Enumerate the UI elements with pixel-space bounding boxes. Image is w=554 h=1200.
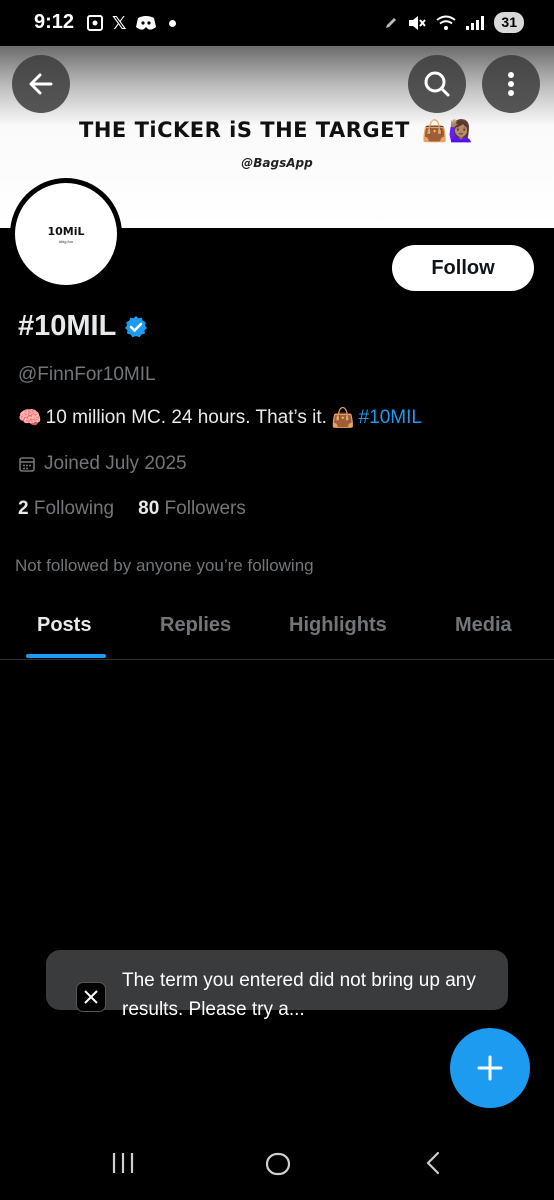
calendar-icon [19, 457, 35, 472]
followers-link[interactable]: 80 Followers [138, 498, 246, 520]
status-bar: 9:12 𝕏 31 [0, 0, 554, 46]
back-icon[interactable] [422, 1150, 444, 1176]
follow-button[interactable]: Follow [392, 245, 534, 291]
following-label: Following [33, 498, 115, 519]
banner-subtext: @BagsApp [241, 156, 313, 170]
discord-icon [135, 16, 156, 30]
dot-icon [168, 19, 176, 27]
wifi-icon [436, 15, 457, 30]
display-name-text: #10MIL [18, 310, 117, 342]
search-icon [424, 71, 450, 97]
active-tab-indicator [26, 654, 106, 658]
not-followed-note: Not followed by anyone you’re following [15, 556, 314, 575]
system-nav-bar [0, 1130, 554, 1200]
bio-text: 10 million MC. 24 hours. That’s it. [45, 407, 327, 428]
x-app-icon: 𝕏 [112, 13, 127, 33]
verified-badge-icon[interactable] [124, 315, 148, 339]
mute-icon [409, 15, 427, 30]
user-handle: @FinnFor10MIL [18, 364, 156, 385]
screenshot-icon [87, 15, 103, 31]
joined-text: Joined July 2025 [44, 453, 187, 474]
back-button[interactable] [12, 55, 70, 113]
toast-text: The term you entered did not bring up an… [122, 970, 476, 1020]
banner-headline-text: THE TiCKER iS THE TARGET [79, 118, 410, 142]
plus-icon [477, 1055, 503, 1081]
search-button[interactable] [408, 55, 466, 113]
followers-label: Followers [164, 498, 246, 519]
more-vertical-icon [508, 72, 514, 96]
signal-icon [466, 15, 485, 30]
bag-icon: 👜 [330, 408, 355, 429]
x-logo-icon [76, 982, 106, 1012]
tab-highlights[interactable]: Highlights [289, 614, 387, 637]
follow-stats: 2 Following 80 Followers [18, 498, 246, 520]
banner-emoji: 👜🙋🏽‍♀️ [421, 118, 475, 143]
avatar-subtext: #blg.fun [58, 238, 74, 244]
avatar-image: 10MiL #blg.fun [15, 183, 117, 285]
more-button[interactable] [482, 55, 540, 113]
following-link[interactable]: 2 Following [18, 498, 114, 520]
bio: 🧠 10 million MC. 24 hours. That’s it. 👜 … [18, 406, 422, 430]
followers-count: 80 [138, 498, 160, 519]
compose-button[interactable] [450, 1028, 530, 1108]
display-name: #10MIL [18, 310, 148, 343]
brain-icon: 🧠 [18, 408, 42, 429]
home-icon[interactable] [264, 1150, 292, 1178]
status-time: 9:12 [34, 11, 75, 33]
avatar-text: 10MiL [47, 224, 85, 238]
status-icons-left: 𝕏 [86, 12, 176, 34]
banner-headline: THE TiCKER iS THE TARGET 👜🙋🏽‍♀️ [0, 118, 554, 144]
status-icons-right: 31 [384, 12, 524, 33]
joined-date: Joined July 2025 [18, 453, 187, 475]
tab-media[interactable]: Media [455, 614, 512, 637]
following-count: 2 [18, 498, 29, 519]
avatar[interactable]: 10MiL #blg.fun [10, 178, 122, 290]
battery-icon: 31 [494, 12, 524, 33]
tab-replies[interactable]: Replies [160, 614, 231, 637]
pen-icon [386, 17, 397, 28]
toast-message: The term you entered did not bring up an… [46, 950, 508, 1020]
arrow-left-icon [29, 73, 53, 95]
recents-icon[interactable] [110, 1150, 136, 1176]
bio-hashtag-link[interactable]: #10MIL [359, 407, 422, 429]
profile-tabs: Posts Replies Highlights Media [0, 600, 554, 660]
tab-posts[interactable]: Posts [37, 614, 91, 637]
